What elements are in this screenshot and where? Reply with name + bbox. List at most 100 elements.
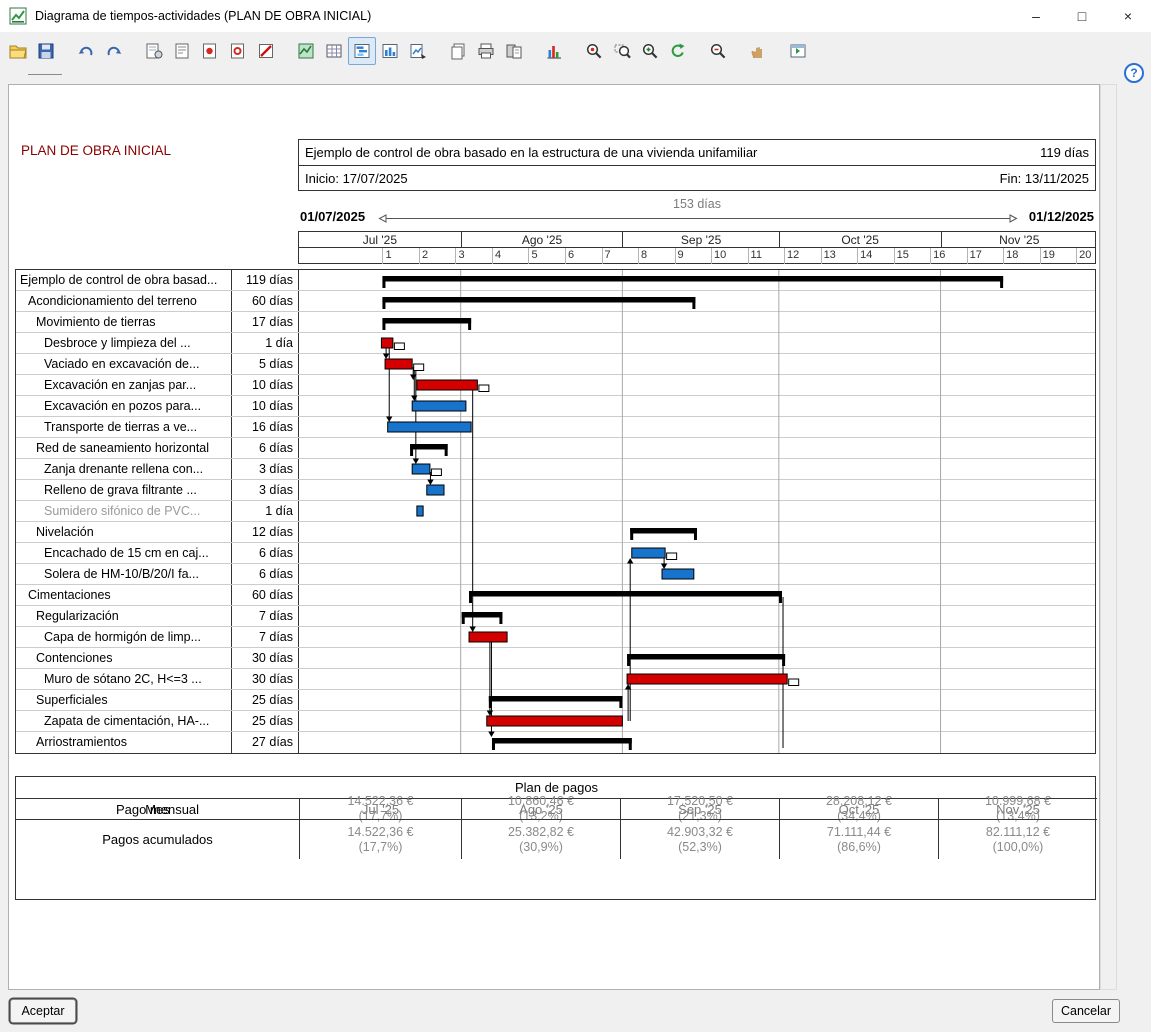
gantt-bar-task bbox=[426, 484, 445, 496]
record-point-alt-icon[interactable] bbox=[224, 37, 252, 65]
gantt-bar-task bbox=[626, 673, 788, 685]
timeline-start-date: 01/07/2025 bbox=[300, 209, 366, 224]
help-icon[interactable]: ? bbox=[1124, 63, 1144, 83]
week-tick bbox=[601, 248, 603, 264]
payment-cell: 14.522,36 € (17,7%) bbox=[299, 794, 461, 823]
gantt-bar-task bbox=[468, 631, 508, 643]
pan-hand-icon[interactable] bbox=[744, 37, 772, 65]
week-tick bbox=[966, 248, 968, 264]
open-folder-icon[interactable] bbox=[4, 37, 32, 65]
task-name: Muro de sótano 2C, H<=3 ... bbox=[16, 669, 232, 689]
week-number: 15 bbox=[896, 249, 909, 261]
zoom-search-icon[interactable] bbox=[580, 37, 608, 65]
gantt-header: Jul '25 Ago '25 Sep '25 Oct '25 Nov '25 1234… bbox=[298, 231, 1096, 264]
undo-icon[interactable] bbox=[72, 37, 100, 65]
timeline-scale: 01/07/2025 153 días 01/12/2025 bbox=[298, 197, 1096, 231]
chart-config-icon[interactable] bbox=[292, 37, 320, 65]
copy-pages-icon[interactable] bbox=[444, 37, 472, 65]
month-header: Oct '25 bbox=[778, 232, 941, 247]
payment-cell: 28.208,12 € (34,4%) bbox=[779, 794, 938, 823]
task-duration: 17 días bbox=[232, 312, 299, 332]
zoom-window-icon[interactable] bbox=[608, 37, 636, 65]
gantt-bar-summary bbox=[491, 738, 632, 744]
zoom-out-icon[interactable] bbox=[704, 37, 732, 65]
cancel-button[interactable]: Cancelar bbox=[1052, 999, 1120, 1023]
payment-cell: 25.382,82 € (30,9%) bbox=[461, 819, 620, 859]
project-end-date: Fin: 13/11/2025 bbox=[999, 171, 1089, 186]
payment-percent: (52,3%) bbox=[678, 839, 722, 854]
connector-arrow bbox=[427, 479, 434, 485]
edit-mark-icon[interactable] bbox=[252, 37, 280, 65]
print-layout-icon[interactable] bbox=[500, 37, 528, 65]
timeline-end-date: 01/12/2025 bbox=[1028, 209, 1094, 224]
week-number: 19 bbox=[1042, 249, 1055, 261]
task-duration: 30 días bbox=[232, 648, 299, 668]
connector-arrow bbox=[660, 563, 668, 569]
record-point-icon[interactable] bbox=[196, 37, 224, 65]
gantt-bar-summary bbox=[382, 318, 472, 324]
gantt-chart bbox=[380, 270, 1004, 753]
task-duration: 60 días bbox=[232, 585, 299, 605]
task-name: Desbroce y limpieza del ... bbox=[16, 333, 232, 353]
payment-amount: 14.522,36 € bbox=[347, 794, 414, 808]
week-tick bbox=[784, 248, 786, 264]
save-icon[interactable] bbox=[32, 37, 60, 65]
vertical-scrollbar[interactable] bbox=[1100, 84, 1117, 990]
week-tick bbox=[565, 248, 566, 264]
export-view-icon[interactable] bbox=[784, 37, 812, 65]
task-duration: 1 día bbox=[232, 333, 299, 353]
gantt-view-icon[interactable] bbox=[348, 37, 376, 65]
redo-icon[interactable] bbox=[100, 37, 128, 65]
toolbar-separator bbox=[28, 74, 62, 75]
column-chart-icon[interactable] bbox=[376, 37, 404, 65]
task-name: Excavación en zanjas par... bbox=[16, 375, 232, 395]
zoom-in-icon[interactable] bbox=[636, 37, 664, 65]
close-button[interactable]: × bbox=[1105, 0, 1151, 32]
task-name: Acondicionamiento del terreno bbox=[16, 291, 232, 311]
summary-cap bbox=[491, 738, 495, 750]
page-setup-icon[interactable] bbox=[168, 37, 196, 65]
week-number: 20 bbox=[1079, 249, 1092, 261]
summary-cap bbox=[382, 276, 386, 288]
chart-export-icon[interactable] bbox=[404, 37, 432, 65]
payment-cell: 71.111,44 € (86,6%) bbox=[779, 819, 938, 859]
printer-icon[interactable] bbox=[472, 37, 500, 65]
table-grid-icon[interactable] bbox=[320, 37, 348, 65]
task-duration: 12 días bbox=[232, 522, 299, 542]
report-settings-icon[interactable] bbox=[140, 37, 168, 65]
payments-table: Plan de pagos Mes Jul '25 Ago '25 Sep '25 Oct… bbox=[15, 776, 1097, 900]
refresh-icon[interactable] bbox=[664, 37, 692, 65]
week-tick bbox=[857, 248, 859, 264]
week-number: 1 bbox=[385, 249, 392, 261]
connector-arrow bbox=[469, 626, 476, 632]
summary-cap bbox=[382, 318, 386, 330]
week-number: 9 bbox=[677, 249, 684, 261]
summary-cap bbox=[488, 696, 492, 708]
task-duration: 10 días bbox=[232, 396, 299, 416]
summary-cap bbox=[382, 297, 386, 309]
summary-cap bbox=[778, 591, 782, 603]
gantt-endbox bbox=[788, 678, 800, 686]
task-name: Regularización bbox=[16, 606, 232, 626]
timeline-span-label: 153 días bbox=[673, 197, 721, 211]
histogram-icon[interactable] bbox=[540, 37, 568, 65]
summary-cap bbox=[627, 654, 631, 666]
task-name: Excavación en pozos para... bbox=[16, 396, 232, 416]
task-duration: 6 días bbox=[232, 543, 299, 563]
payment-cell: 14.522,36 € (17,7%) bbox=[299, 819, 461, 859]
maximize-button[interactable]: □ bbox=[1059, 0, 1105, 32]
project-description: Ejemplo de control de obra basado en la … bbox=[305, 145, 758, 160]
week-tick bbox=[1039, 248, 1041, 264]
task-duration: 25 días bbox=[232, 690, 299, 710]
week-number: 10 bbox=[714, 249, 727, 261]
task-name: Vaciado en excavación de... bbox=[16, 354, 232, 374]
minimize-button[interactable]: – bbox=[1013, 0, 1059, 32]
toolbar bbox=[4, 32, 1111, 70]
week-number: 18 bbox=[1006, 249, 1019, 261]
week-tick bbox=[747, 248, 749, 264]
task-duration: 25 días bbox=[232, 711, 299, 731]
accept-button[interactable]: Aceptar bbox=[10, 999, 76, 1023]
app-icon bbox=[9, 7, 27, 25]
week-tick bbox=[638, 248, 640, 264]
task-name: Capa de hormigón de limp... bbox=[16, 627, 232, 647]
